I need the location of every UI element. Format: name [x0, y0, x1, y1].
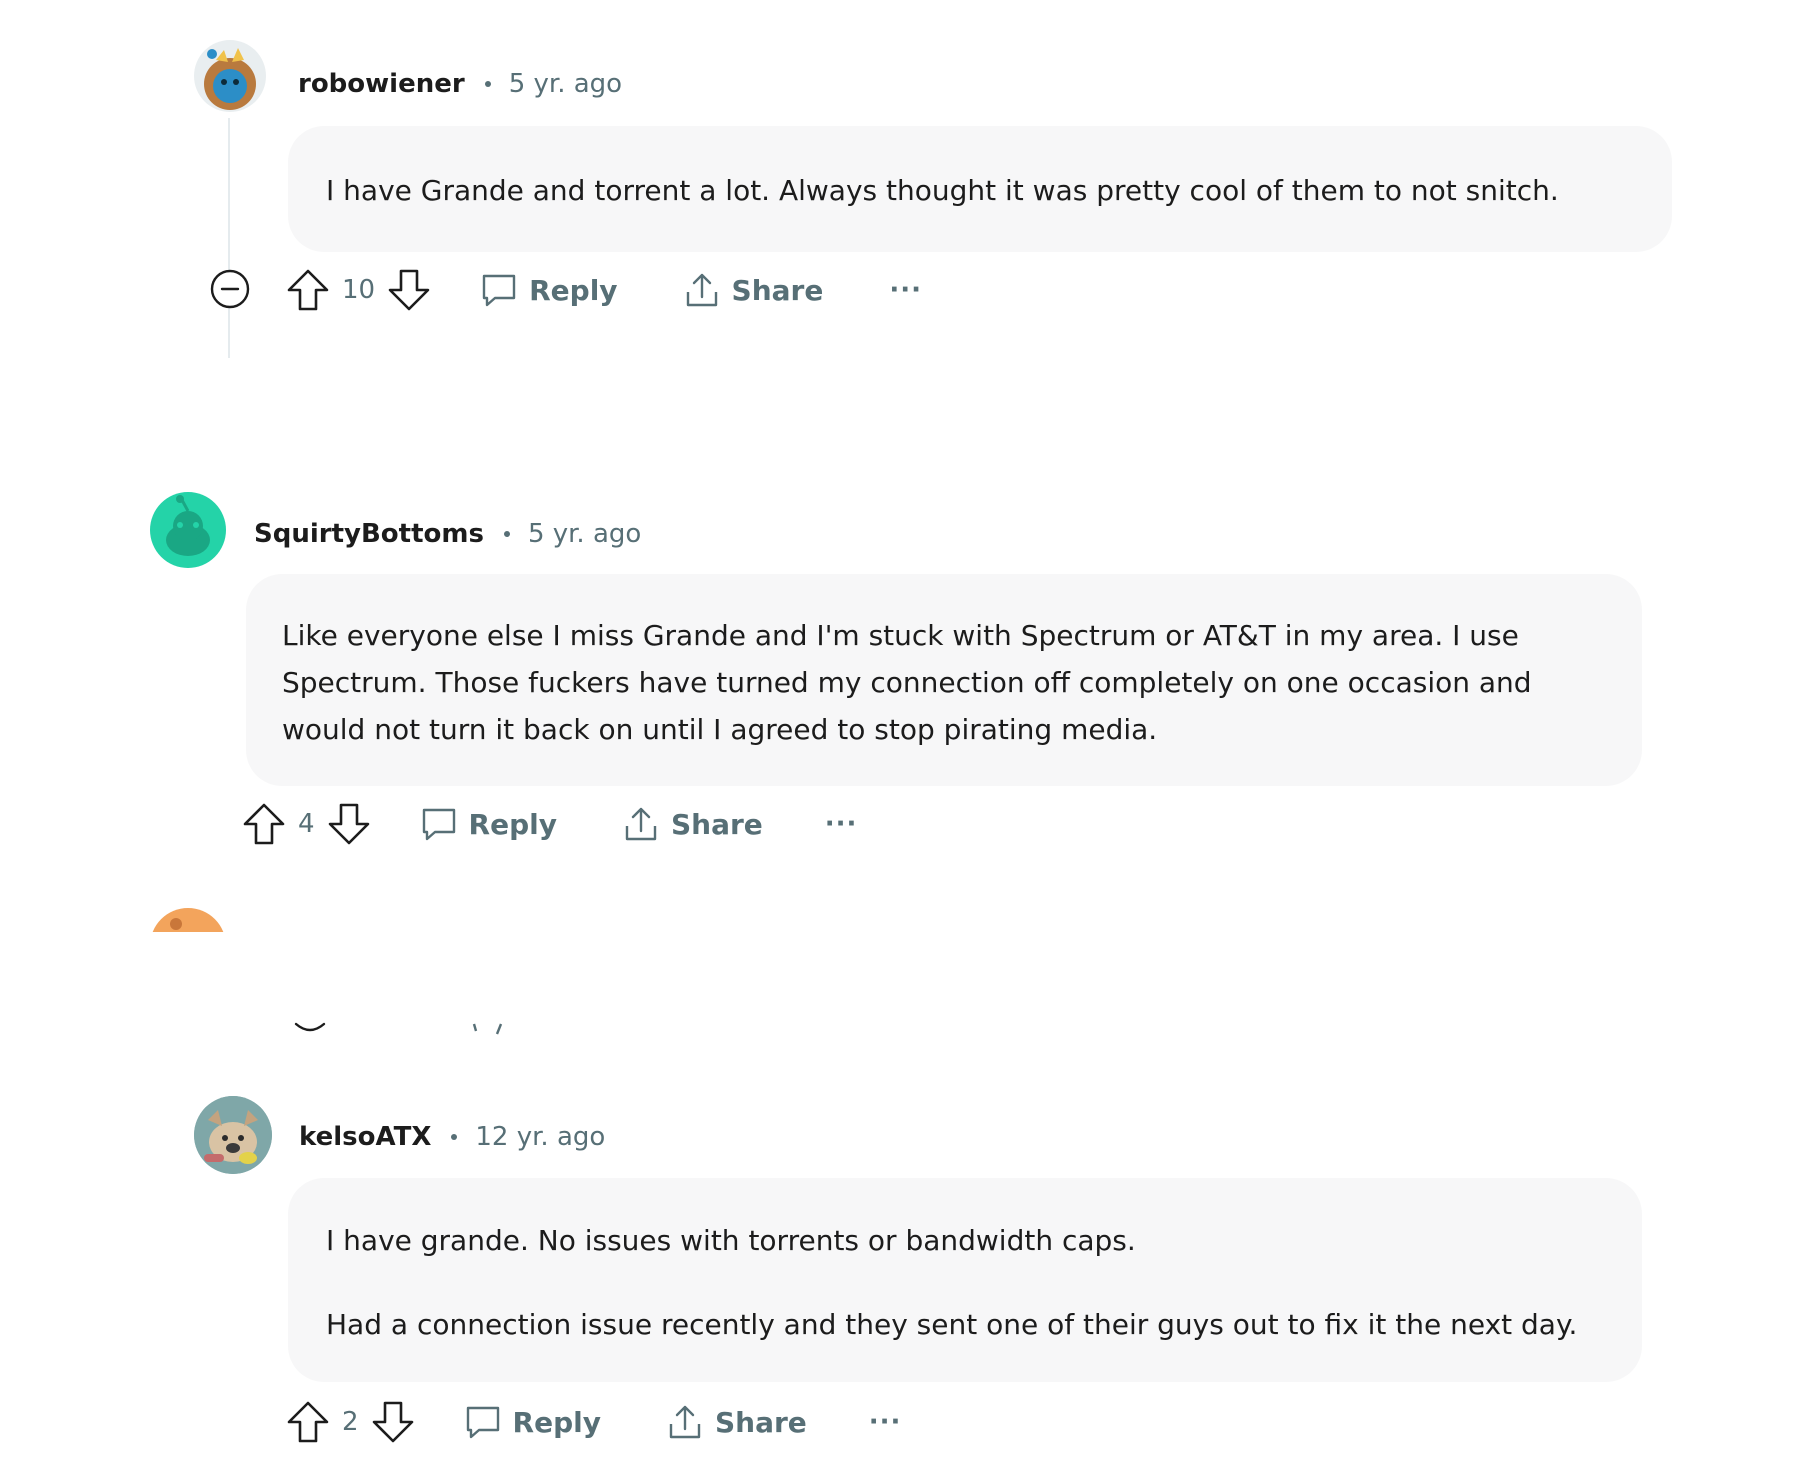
avatar-fragment-icon	[152, 908, 224, 932]
upvote-arrow-icon	[287, 1401, 329, 1443]
username[interactable]: SquirtyBottoms	[254, 519, 484, 549]
comment-paragraph: I have grande. No issues with torrents o…	[326, 1224, 1136, 1257]
separator-dot	[503, 531, 510, 537]
share-icon	[669, 1405, 701, 1439]
comment-paragraph: Had a connection issue recently and they…	[326, 1308, 1578, 1341]
share-button[interactable]: Share	[682, 270, 824, 310]
action-fragment-icon	[294, 1022, 503, 1035]
comment-body: I have Grande and torrent a lot. Always …	[288, 126, 1672, 252]
thread-line[interactable]	[228, 118, 230, 358]
upvote-arrow-icon	[243, 803, 285, 845]
avatar[interactable]	[194, 40, 266, 112]
vote-score: 4	[298, 809, 315, 839]
comment-bubble-icon	[422, 808, 455, 841]
downvote-arrow-icon	[328, 803, 369, 845]
reply-label: Reply	[468, 807, 557, 841]
upvote-button[interactable]	[284, 1398, 332, 1446]
cropped-avatar-fragment	[150, 908, 226, 932]
comment-line: would not turn it back on until I agreed…	[282, 713, 1158, 746]
vote-group: 10	[284, 266, 433, 314]
upvote-button[interactable]	[240, 800, 288, 848]
downvote-button[interactable]	[369, 1398, 417, 1446]
minus-circle-icon	[210, 269, 250, 309]
timestamp[interactable]: 5 yr. ago	[528, 519, 641, 549]
comment-body: Like everyone else I miss Grande and I'm…	[246, 574, 1642, 786]
reply-button[interactable]: Reply	[479, 270, 618, 310]
comment-meta: SquirtyBottoms 5 yr. ago	[254, 514, 641, 554]
username[interactable]: kelsoATX	[299, 1122, 431, 1152]
vote-score: 10	[342, 275, 376, 305]
share-label: Share	[671, 807, 763, 841]
username[interactable]: robowiener	[298, 69, 465, 99]
comment-actions: 10 Reply Share ···	[284, 266, 922, 314]
timestamp[interactable]: 5 yr. ago	[509, 69, 622, 99]
vote-group: 4	[240, 800, 373, 848]
comment-line: Like everyone else I miss Grande and I'm…	[282, 619, 1519, 652]
comment-bubble-icon	[482, 274, 516, 307]
downvote-button[interactable]	[325, 800, 373, 848]
separator-dot	[451, 1134, 458, 1140]
more-options-button[interactable]: ···	[889, 275, 922, 305]
comment-body: I have grande. No issues with torrents o…	[288, 1178, 1642, 1382]
comment-meta: kelsoATX 12 yr. ago	[299, 1117, 605, 1157]
timestamp[interactable]: 12 yr. ago	[475, 1122, 605, 1152]
collapse-thread-button[interactable]	[210, 269, 250, 309]
share-icon	[625, 807, 657, 841]
share-label: Share	[715, 1405, 807, 1439]
reply-button[interactable]: Reply	[463, 1402, 601, 1442]
downvote-arrow-icon	[388, 269, 430, 311]
comment-line: Spectrum. Those fuckers have turned my c…	[282, 666, 1532, 699]
share-button[interactable]: Share	[621, 804, 763, 844]
comment-bubble-icon	[466, 1406, 499, 1439]
reply-button[interactable]: Reply	[419, 804, 557, 844]
reply-label: Reply	[529, 273, 618, 307]
comment-meta: robowiener 5 yr. ago	[298, 64, 622, 104]
reply-label: Reply	[512, 1405, 601, 1439]
share-icon	[686, 273, 717, 307]
more-options-button[interactable]: ···	[869, 1407, 902, 1437]
vote-score: 2	[342, 1407, 359, 1437]
upvote-arrow-icon	[287, 269, 329, 311]
avatar[interactable]	[194, 1096, 272, 1174]
more-options-button[interactable]: ···	[825, 809, 858, 839]
vote-group: 2	[284, 1398, 417, 1446]
comment-actions: 2 Reply Share ···	[284, 1398, 901, 1446]
share-label: Share	[731, 273, 824, 307]
comment-actions: 4 Reply Share ···	[240, 800, 857, 848]
comment-paragraph: I have Grande and torrent a lot. Always …	[326, 174, 1559, 207]
cropped-action-fragment	[290, 1020, 510, 1040]
upvote-button[interactable]	[284, 266, 332, 314]
separator-dot	[484, 81, 491, 87]
avatar[interactable]	[150, 492, 226, 568]
share-button[interactable]: Share	[665, 1402, 807, 1442]
downvote-button[interactable]	[385, 266, 433, 314]
downvote-arrow-icon	[372, 1401, 413, 1443]
